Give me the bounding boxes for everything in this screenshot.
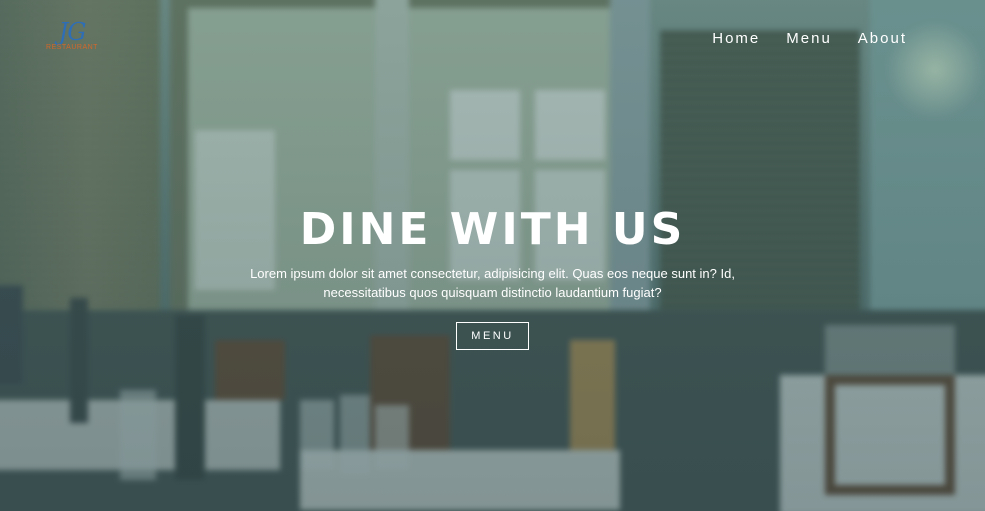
main-nav: Home Menu About	[712, 30, 907, 47]
logo-mark: JG	[58, 18, 87, 46]
logo[interactable]: JG RESTAURANT	[44, 18, 100, 51]
hero-tagline: Lorem ipsum dolor sit amet consectetur, …	[250, 266, 735, 300]
nav-home-link[interactable]: Home	[712, 30, 760, 47]
logo-subtitle: RESTAURANT	[46, 44, 98, 51]
hero-headline: DINE WITH US	[299, 204, 686, 255]
nav-menu-link[interactable]: Menu	[786, 30, 832, 47]
hero-content: DINE WITH US Lorem ipsum dolor sit amet …	[0, 200, 985, 350]
nav-about-link[interactable]: About	[858, 30, 907, 47]
menu-button[interactable]: MENU	[456, 322, 529, 350]
hero-section: JG RESTAURANT Home Menu About DINE WITH …	[0, 0, 985, 511]
